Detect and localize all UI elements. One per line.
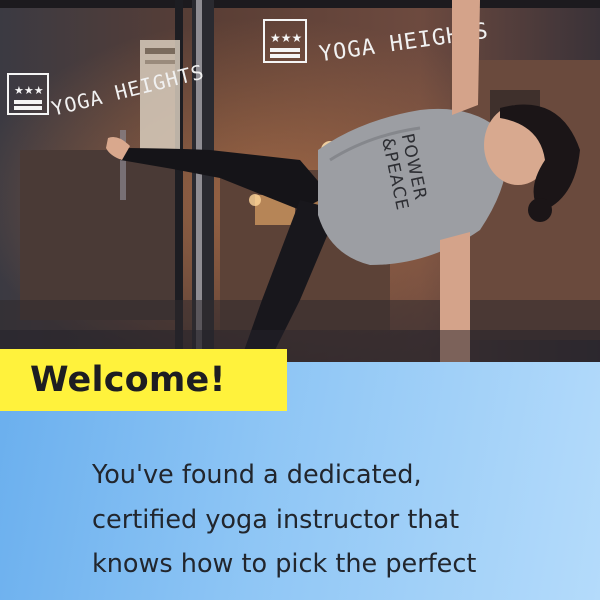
welcome-badge: Welcome! <box>0 349 287 411</box>
intro-line-3: knows how to pick the perfect <box>92 549 477 579</box>
svg-text:★★★: ★★★ <box>270 31 302 45</box>
intro-line-1: You've found a dedicated, <box>92 460 422 490</box>
welcome-heading: Welcome! <box>30 360 226 400</box>
intro-line-2: certified yoga instructor that <box>92 504 460 535</box>
hero-photo: ★★★ YOGA HEIGHTS ★★★ YOGA HEIGHTS POWER … <box>0 0 600 362</box>
yoga-pose-photo: ★★★ YOGA HEIGHTS ★★★ YOGA HEIGHTS POWER … <box>0 0 600 362</box>
intro-paragraph: You've found a dedicated, certified yoga… <box>92 453 582 587</box>
svg-text:★★★: ★★★ <box>14 84 44 97</box>
